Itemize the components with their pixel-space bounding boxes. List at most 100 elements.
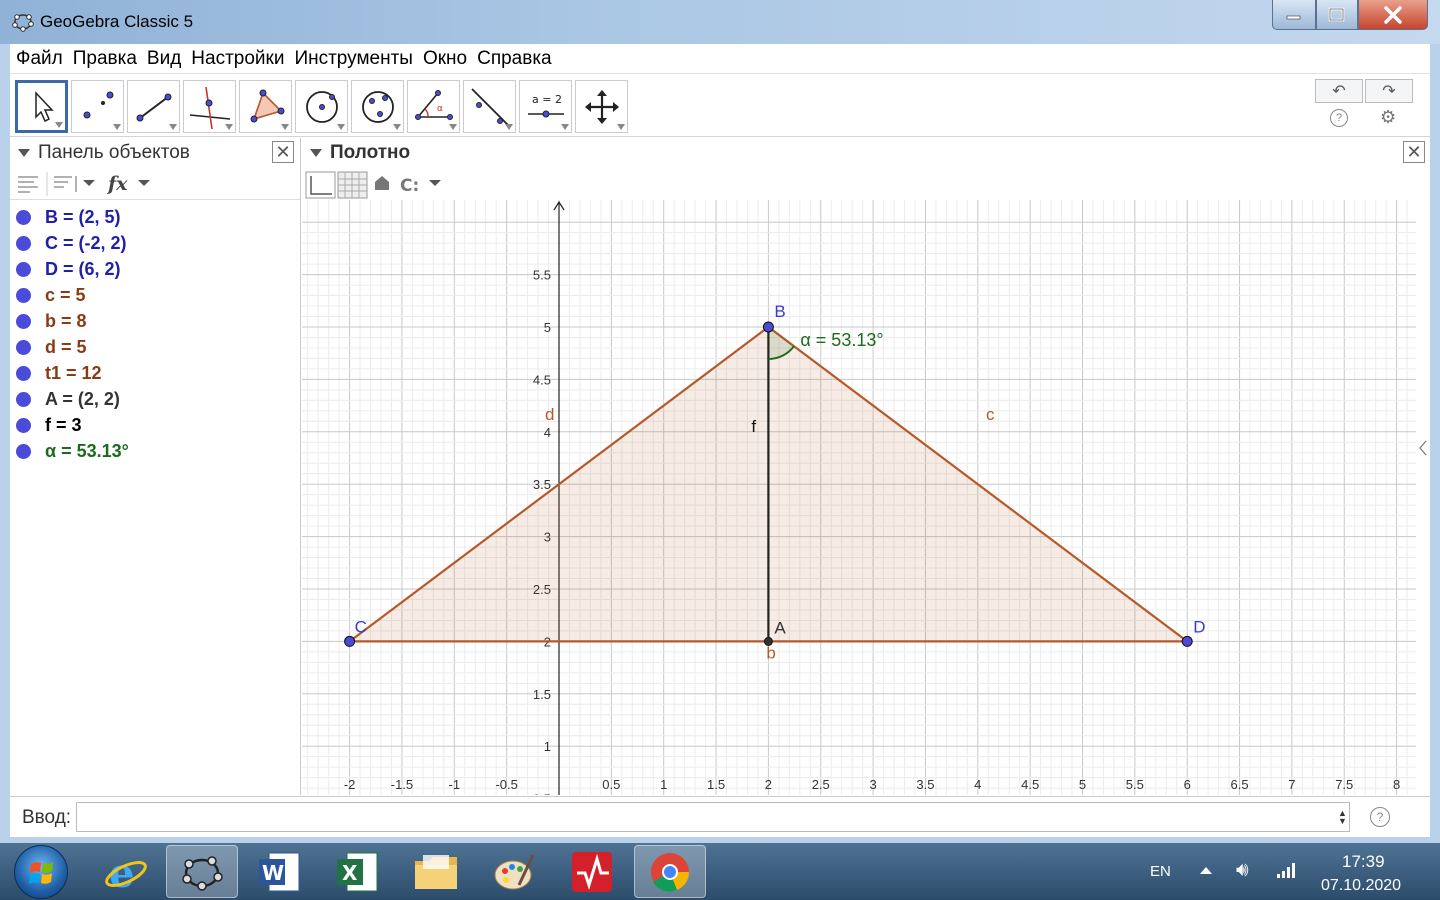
fx-dropdown-icon[interactable] [138,180,150,186]
algebra-panel-title: Панель объектов [38,142,190,163]
algebra-item-text: D = (6, 2) [45,258,121,279]
graphics-panel-close-button[interactable]: ✕ [1403,141,1425,163]
menu-tools[interactable]: Инструменты [289,48,417,70]
app-client-area: Файл Правка Вид Настройки Инструменты Ок… [10,44,1430,837]
start-button[interactable] [14,845,68,899]
input-history-icon[interactable]: ▲ ▼ [1338,809,1347,826]
taskbar-explorer[interactable] [400,845,472,898]
input-field[interactable] [76,802,1350,832]
visibility-toggle-icon[interactable] [16,261,31,277]
menu-edit[interactable]: Правка [68,48,142,70]
menu-window[interactable]: Окно [418,48,472,70]
taskbar-word[interactable]: W [244,845,316,898]
title-bar[interactable]: GeoGebra Classic 5 [0,0,1440,44]
visibility-toggle-icon[interactable] [16,313,31,329]
help-icon[interactable]: ? [1330,109,1348,127]
graphics-panel-header[interactable]: Полотно [302,138,410,168]
algebra-item[interactable]: B = (2, 5) [16,204,121,230]
menu-file[interactable]: Файл [10,48,68,70]
taskbar-chrome[interactable] [634,845,706,898]
close-window-button[interactable] [1358,0,1428,30]
show-hidden-icons-icon[interactable] [1200,867,1212,874]
taskbar-excel[interactable]: X [322,845,394,898]
gear-icon[interactable]: ⚙ [1380,107,1396,128]
taskbar-internet-explorer[interactable]: e [90,845,162,898]
app-window: GeoGebra Classic 5 Файл Правка Вид Настр… [0,0,1440,843]
circle-three-points-tool-button[interactable] [351,80,404,133]
taskbar: e W X EN 🔊︎ 17:39 07.10.2020 [0,843,1440,900]
algebra-item[interactable]: c = 5 [16,282,86,308]
redo-button[interactable]: ↷ [1365,79,1413,103]
point-D[interactable] [1181,635,1193,647]
home-icon[interactable] [375,176,389,190]
algebra-item[interactable]: b = 8 [16,308,87,334]
algebra-item[interactable]: d = 5 [16,334,87,360]
menu-help[interactable]: Справка [472,48,557,70]
angle-tool-button[interactable]: α [407,80,460,133]
sort-icon[interactable] [54,176,77,192]
language-indicator[interactable]: EN [1150,863,1171,880]
x-tick-label: 4.5 [1021,777,1039,792]
minimize-button[interactable] [1272,0,1316,30]
fx-icon[interactable]: fx [106,173,128,195]
grid-toggle-icon[interactable] [337,171,368,199]
undo-button[interactable]: ↶ [1315,79,1363,103]
algebra-item-text: d = 5 [45,336,87,357]
algebra-panel-close-button[interactable]: ✕ [272,141,294,163]
network-signal-icon[interactable] [1276,861,1296,879]
internet-explorer-icon: e [105,850,147,895]
taskbar-paint[interactable] [478,845,550,898]
menu-view[interactable]: Вид [142,48,186,70]
algebra-item[interactable]: α = 53.13° [16,438,129,464]
algebra-item[interactable]: D = (6, 2) [16,256,121,282]
algebra-panel-header[interactable]: Панель объектов [10,138,190,168]
point-capturing-icon[interactable]: C: [400,176,419,196]
point-B[interactable] [762,321,774,333]
x-tick-label: -1 [449,777,461,792]
circle-tool-button[interactable] [295,80,348,133]
volume-icon[interactable]: 🔊︎ [1236,859,1249,882]
visibility-toggle-icon[interactable] [16,339,31,355]
menu-options[interactable]: Настройки [186,48,289,70]
point-A[interactable] [763,636,773,646]
collapse-arrow-icon[interactable] [310,149,322,157]
visibility-toggle-icon[interactable] [16,235,31,251]
taskbar-red-app[interactable] [556,845,628,898]
toolbar: α a = 2 ↶ ↷ ? ⚙ [10,75,1430,137]
visibility-toggle-icon[interactable] [16,209,31,225]
point-label-A: A [774,618,786,637]
algebra-item[interactable]: C = (-2, 2) [16,230,127,256]
visibility-toggle-icon[interactable] [16,365,31,381]
visibility-toggle-icon[interactable] [16,391,31,407]
clock-date[interactable]: 07.10.2020 [1321,877,1401,895]
maximize-button[interactable] [1316,0,1358,30]
algebra-item[interactable]: t1 = 12 [16,360,102,386]
point-C[interactable] [344,635,356,647]
side-collapse-icon[interactable] [1418,438,1428,458]
perpendicular-tool-button[interactable] [183,80,236,133]
point-tool-button[interactable] [71,80,124,133]
reflect-tool-button[interactable] [463,80,516,133]
polygon-tool-button[interactable] [239,80,292,133]
point-capturing-dropdown-icon[interactable] [429,180,441,186]
move-tool-button[interactable] [15,80,68,133]
algebra-item[interactable]: f = 3 [16,412,82,438]
visibility-toggle-icon[interactable] [16,417,31,433]
y-tick-label: 4 [544,425,551,440]
taskbar-geogebra[interactable] [166,845,238,898]
move-graphics-tool-button[interactable] [575,80,628,133]
sort-dropdown-icon[interactable] [83,180,95,186]
segment-tool-button[interactable] [127,80,180,133]
algebra-item-text: B = (2, 5) [45,206,121,227]
visibility-toggle-icon[interactable] [16,443,31,459]
clock-time[interactable]: 17:39 [1342,852,1385,872]
visibility-toggle-icon[interactable] [16,287,31,303]
graphics-canvas[interactable]: -2 -1.5 -1 -0.5 0.5 1 1.5 2 2.5 3 3.5 4 4.5 5 5.5 6 6.5 7… [302,200,1416,795]
input-help-icon[interactable]: ? [1370,807,1390,827]
algebra-item[interactable]: A = (2, 2) [16,386,120,412]
collapse-arrow-icon[interactable] [18,149,30,157]
align-text-icon[interactable] [18,176,38,193]
angle-label: α = 53.13° [800,330,883,350]
x-tick-label: -2 [344,777,356,792]
slider-tool-button[interactable]: a = 2 [519,80,572,133]
